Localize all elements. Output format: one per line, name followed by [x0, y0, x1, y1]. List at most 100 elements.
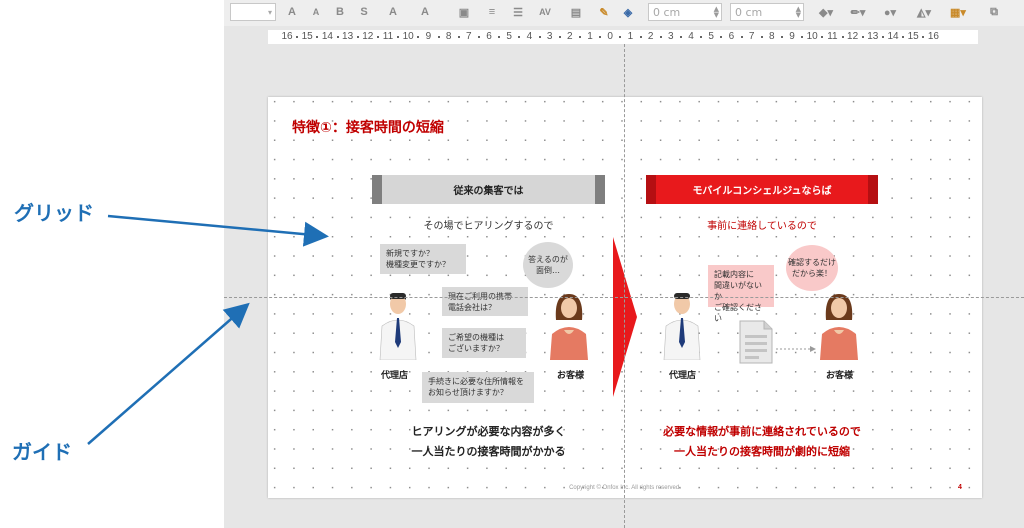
ruler-tick-label: 4 [526, 31, 533, 42]
right-summary-line-1: 必要な情報が事前に連絡されているので [663, 425, 861, 438]
ruler-tick-mark [902, 36, 905, 38]
speech-bubble-desired-model[interactable]: ご希望の機種は ございますか？ [442, 328, 526, 358]
format-painter-icon[interactable]: ✎ [596, 3, 612, 21]
spinner-icon: ▲ ▼ [795, 5, 801, 19]
right-subtitle: 事前に連絡しているので [707, 221, 817, 232]
ruler-tick-mark [336, 36, 339, 38]
ruler-tick-label: 10 [402, 31, 414, 42]
text-outline-icon[interactable]: A [414, 3, 436, 21]
horizontal-guide-line[interactable] [224, 297, 1024, 298]
ruler-tick-label: 10 [806, 31, 818, 42]
ruler-tick-label: 9 [425, 31, 432, 42]
text-box-icon[interactable]: ▣ [456, 3, 472, 21]
ruler-tick-label: 15 [301, 31, 313, 42]
ruler-tick-label: 1 [627, 31, 634, 42]
align-center-icon[interactable]: ≡ [484, 3, 500, 21]
right-summary-line-2: 一人当たりの接客時間が劇的に短縮 [674, 445, 850, 458]
shape-effect-icon[interactable]: ●▾ [880, 3, 900, 21]
ruler-tick-label: 3 [668, 31, 674, 42]
ruler-tick-label: 14 [321, 31, 333, 42]
ruler-tick-label: 12 [847, 31, 859, 42]
bullets-icon[interactable]: ☰ [510, 3, 526, 21]
ruler-tick-label: 3 [546, 31, 553, 42]
ruler-tick-label: 2 [567, 31, 573, 42]
ruler-tick-mark [861, 36, 864, 38]
ruler-tick-mark [417, 36, 420, 38]
speech-bubble-address-info[interactable]: 手続きに必要な住所情報を お知らせ頂けますか？ [422, 372, 534, 403]
businesswoman-icon [820, 294, 858, 360]
businessman-icon [379, 293, 417, 361]
left-header-label: 従来の集客では [453, 186, 524, 197]
ruler-tick-label: 15 [907, 31, 919, 42]
ruler-tick-mark [578, 36, 581, 38]
agent-figure-left[interactable] [378, 290, 418, 361]
ruler-tick-mark [457, 36, 460, 38]
position-y-field[interactable]: 0 cm ▲ ▼ [730, 3, 804, 21]
ruler-tick-mark [356, 36, 359, 38]
ruler-tick-label: 4 [688, 31, 694, 42]
ruler-tick-mark [619, 36, 622, 38]
group-icon[interactable]: ⧉ [986, 3, 1002, 21]
customer-relief-bubble[interactable]: 確認するだけ だから楽！ [786, 245, 838, 291]
ruler-tick-label: 12 [362, 31, 374, 42]
customer-label-left: お客様 [557, 371, 585, 381]
spinner-icon: ▲ ▼ [713, 5, 719, 19]
ruler-tick-label: 11 [827, 31, 838, 42]
document-icon [739, 320, 773, 364]
agent-figure-right[interactable] [662, 290, 702, 361]
ruler-tick-label: 14 [887, 31, 899, 42]
ruler-tick-label: 16 [281, 31, 293, 42]
ruler-tick-label: 6 [486, 31, 492, 42]
ruler-tick-label: 1 [587, 31, 593, 42]
fill-bucket-icon[interactable]: ◆▾ [816, 3, 836, 21]
ruler-tick-mark [801, 36, 804, 38]
left-header-bar[interactable]: 従来の集客では [372, 175, 605, 204]
speech-bubble-confirm-content[interactable]: 記載内容に 間違いがないか ご確認ください [708, 265, 774, 323]
speech-bubble-new-or-change[interactable]: 新規ですか？ 機種変更ですか？ [380, 244, 466, 274]
ruler-tick-mark [720, 36, 723, 38]
vertical-guide-line[interactable] [624, 44, 625, 528]
ruler-tick-mark [376, 36, 379, 38]
ruler-tick-mark [679, 36, 682, 38]
ruler-tick-mark [841, 36, 844, 38]
ruler-tick-mark [599, 36, 602, 38]
pen-icon[interactable]: ✏▾ [848, 3, 868, 21]
right-header-bar[interactable]: モバイルコンシェルジュならば [646, 175, 878, 204]
customer-figure-right[interactable] [816, 290, 862, 360]
document-figure[interactable] [738, 319, 774, 365]
bold-icon[interactable]: B [332, 3, 348, 21]
slide-page-number: 4 [958, 484, 962, 491]
customer-figure-left[interactable] [546, 290, 592, 360]
shrink-font-icon[interactable]: A [308, 3, 324, 21]
transition-arrow[interactable] [613, 237, 637, 397]
speech-bubble-current-carrier[interactable]: 現在ご利用の携帯 電話会社は？ [442, 287, 528, 316]
ruler-tick-mark [477, 36, 480, 38]
font-color-icon[interactable]: A [382, 3, 404, 21]
ruler-tick-mark [558, 36, 561, 38]
shadow-icon[interactable]: S [356, 3, 372, 21]
ruler-tick-mark [518, 36, 521, 38]
ruler-tick-label: 8 [445, 31, 452, 42]
ruler-tick-mark [821, 36, 824, 38]
font-size-dropdown[interactable]: ▾ [230, 3, 276, 21]
ruler-tick-label: 5 [708, 31, 714, 42]
char-spacing-icon[interactable]: AV [534, 3, 556, 21]
customer-thought-bubble[interactable]: 答えるのが 面倒… [523, 242, 573, 288]
shape-fill-icon[interactable]: ◈ [620, 3, 636, 21]
align-objects-icon[interactable]: ▦▾ [948, 3, 968, 21]
ruler-tick-label: 11 [382, 31, 394, 42]
ruler-tick-label: 2 [647, 31, 654, 42]
ruler-tick-mark [316, 36, 319, 38]
slide-title[interactable]: 特徴①：接客時間の短縮 [292, 117, 444, 137]
ruler-tick-mark [498, 36, 501, 38]
ruler-tick-label: 6 [728, 31, 735, 42]
ruler-tick-mark [740, 36, 743, 38]
left-subtitle: その場でヒアリングするので [423, 221, 554, 232]
position-x-field[interactable]: 0 cm ▲ ▼ [648, 3, 722, 21]
grow-font-icon[interactable]: A [284, 3, 300, 21]
format-icon[interactable]: ▤ [568, 3, 584, 21]
arrange-icon[interactable]: ◭▾ [914, 3, 934, 21]
arrow-right-icon [613, 237, 637, 397]
chevron-down-icon: ▾ [267, 7, 272, 17]
ruler-tick-label: 7 [466, 31, 472, 42]
